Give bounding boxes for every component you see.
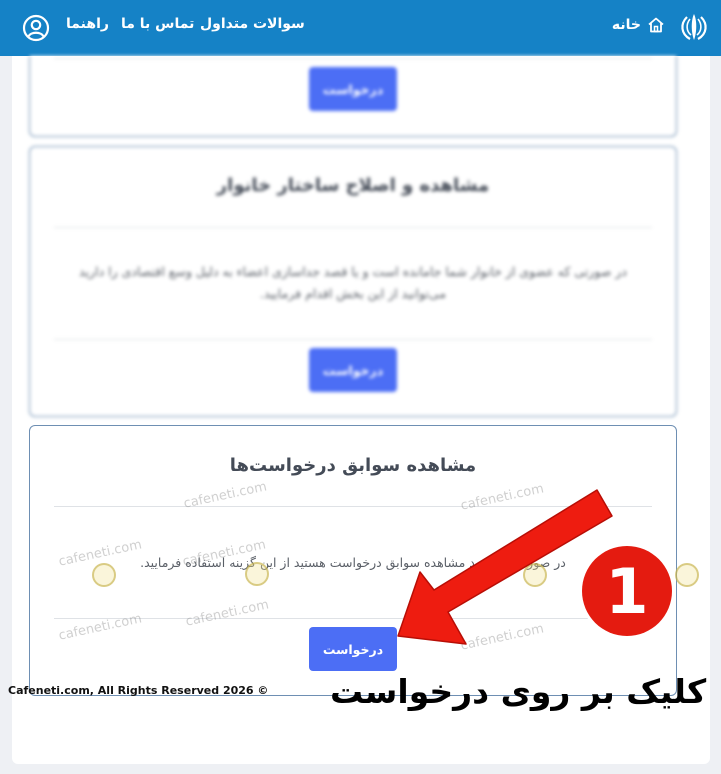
card-divider — [54, 227, 652, 228]
card-divider — [54, 506, 652, 507]
watermark-logo-icon — [245, 562, 269, 586]
request-button-history[interactable]: درخواست — [309, 627, 397, 671]
step-circle-icon: 1 — [579, 543, 675, 639]
card-description: در صورتی که عضوی از خانوار شما جامانده ا… — [79, 264, 627, 301]
card-household-structure: مشاهده و اصلاح ساختار خانوار در صورتی که… — [29, 146, 677, 417]
card-title: مشاهده سوابق درخواست‌ها — [229, 455, 477, 476]
card-divider — [54, 58, 652, 59]
nav-faq-link[interactable]: سوالات متداول — [200, 16, 305, 32]
top-navbar: راهنما تماس با ما سوالات متداول خانه — [0, 0, 721, 56]
watermark-logo-icon — [675, 563, 699, 587]
nav-home-link[interactable]: خانه — [612, 16, 665, 34]
step-number-badge: 1 — [577, 541, 677, 641]
home-icon — [648, 17, 664, 33]
step-number: 1 — [605, 555, 648, 628]
user-account-icon[interactable] — [22, 14, 50, 42]
card-divider — [54, 339, 652, 340]
request-button-household[interactable]: درخواست — [309, 348, 397, 392]
request-button-top[interactable]: درخواست — [309, 67, 397, 111]
home-label: خانه — [611, 17, 641, 33]
nav-contact-link[interactable]: تماس با ما — [121, 16, 194, 32]
card-description: در صورتی که قصد مشاهده سوابق درخواست هست… — [140, 555, 566, 570]
card-title: مشاهده و اصلاح ساختار خانوار — [216, 175, 490, 196]
iran-emblem-icon — [681, 14, 707, 40]
nav-guide-link[interactable]: راهنما — [66, 16, 109, 32]
instruction-caption: کلیک بر روی درخواست — [330, 672, 707, 711]
watermark-logo-icon — [523, 563, 547, 587]
copyright-text: Cafeneti.com, All Rights Reserved 2026 © — [8, 684, 269, 697]
card-service-top: درخواست — [29, 56, 677, 137]
watermark-logo-icon — [92, 563, 116, 587]
card-divider — [54, 618, 652, 619]
